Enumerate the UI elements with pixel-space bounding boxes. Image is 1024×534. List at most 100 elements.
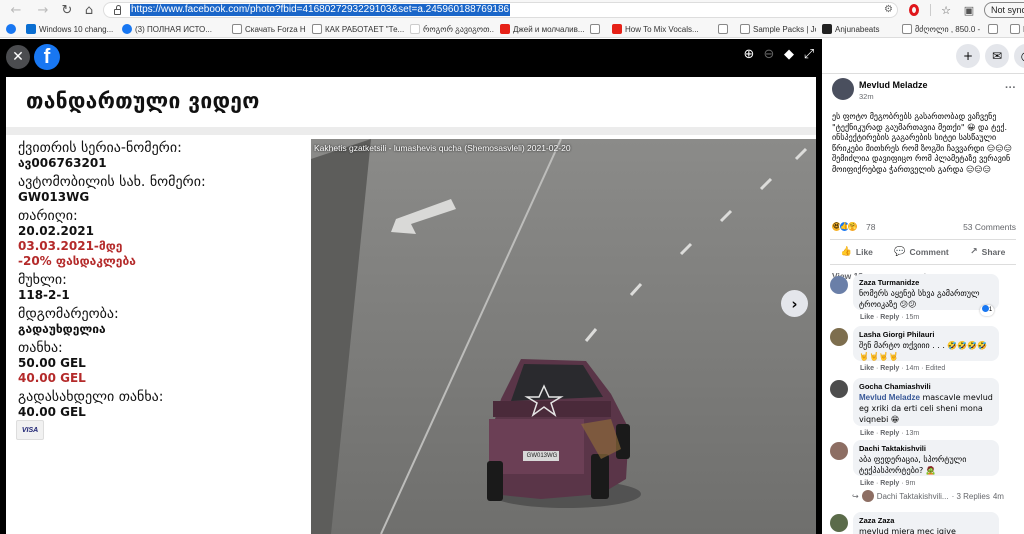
reply-author[interactable]: Dachi Taktakishvili... [877, 492, 949, 501]
author-avatar[interactable] [832, 78, 854, 100]
bookmark-item[interactable]: Windows 10 chang... [26, 22, 116, 36]
back-icon[interactable]: ← [6, 0, 26, 20]
bookmark-page-icon [590, 24, 600, 34]
messenger-icon[interactable]: ✉ [985, 44, 1009, 68]
comment-like-link[interactable]: Like [860, 365, 874, 372]
commenter-name[interactable]: Dachi Taktakishvili [859, 444, 993, 454]
field-label: მუხლი: [18, 272, 67, 288]
reply-count[interactable]: · 3 Replies [952, 492, 990, 501]
fullscreen-icon[interactable]: ⤢ [800, 45, 818, 63]
bookmark-label: როგორ გავიგოთ... [423, 24, 494, 34]
ticket-fields: ქვითრის სერია-ნომერი: ავ006763201 ავტომობი… [18, 140, 308, 420]
comment-reply-link[interactable]: Reply [880, 314, 899, 321]
bookmark-item[interactable] [6, 22, 20, 36]
commenter-avatar[interactable] [830, 442, 848, 460]
reactions-row: 😆 👍 🤗 78 53 Comments [822, 220, 1024, 234]
bookmark-item[interactable]: КАК РАБОТАЕТ "Те... [312, 22, 404, 36]
comment-text: ნომერს აყენებ სხვა გამართულ ტროიკაზე 😕😕 [859, 288, 993, 310]
reaction-icons[interactable]: 😆 👍 🤗 [831, 221, 858, 232]
zoom-out-icon[interactable]: ⊖ [760, 45, 778, 63]
bookmark-item[interactable]: Sample Packs | Jona... [740, 22, 816, 36]
bookmark-item[interactable] [590, 22, 606, 36]
commenter-name[interactable]: Zaza Zaza [859, 516, 993, 526]
reaction-count[interactable]: 78 [866, 222, 875, 232]
url-text[interactable]: https://www.facebook.com/photo?fbid=4168… [130, 4, 511, 16]
reload-icon[interactable]: ↻ [57, 0, 77, 20]
comment-bubble: Gocha Chamiashvili Mevlud Meladze mascavl… [853, 378, 999, 426]
comment-bubble: Zaza Zazamevlud mjera mec igive momivida [853, 512, 999, 534]
profile-button[interactable]: Not syncing [984, 2, 1024, 18]
replies-row[interactable]: ↪ Dachi Taktakishvili... · 3 Replies 4m [852, 490, 1004, 502]
commenter-name[interactable]: Gocha Chamiashvili [859, 382, 993, 392]
bookmark-item[interactable]: როგორ გავიგოთ... [410, 22, 494, 36]
bookmark-item[interactable]: Комплекты экипир... [1010, 22, 1024, 36]
like-button[interactable]: 👍 Like [841, 247, 873, 257]
comment-reply-link[interactable]: Reply [880, 365, 899, 372]
bookmark-page-icon [988, 24, 998, 34]
next-photo-button[interactable]: › [781, 290, 808, 317]
comment-body: mevlud mjera mec igive momivida [859, 527, 956, 534]
facebook-logo[interactable]: f [34, 44, 60, 70]
comment-meta: Like · Reply · 9m [860, 480, 915, 487]
commenter-name[interactable]: Zaza Turmanidze [859, 278, 993, 288]
lock-icon[interactable] [110, 2, 124, 18]
post-header: Mevlud Meladze 32m ··· [822, 74, 1024, 112]
comment-body: შენ მარტო თქვიიი . . . 🤣🤣🤣🤣 🤘🤘🤘🤘 [859, 341, 988, 361]
browser-window: ← → ↻ ⌂ https://www.facebook.com/photo?f… [0, 0, 1024, 534]
share-button[interactable]: ↗ Share [970, 247, 1005, 257]
field-label: გადასახდელი თანხა: [18, 389, 164, 405]
bookmark-item[interactable]: Скачать Forza Hori... [232, 22, 306, 36]
share-label: Share [981, 247, 1006, 257]
bookmark-item[interactable]: Джей и молчалив... [500, 22, 584, 36]
comment-reply-link[interactable]: Reply [880, 480, 899, 487]
comment-like-badge[interactable]: 1 [980, 305, 994, 316]
comment-label: Comment [909, 247, 949, 257]
post-time[interactable]: 32m [859, 92, 874, 101]
photo-image: თანდართული ვიდეო ქვითრის სერია-ნომერი: ავ… [6, 77, 816, 534]
field-highlight: 03.03.2021-მდე [18, 239, 123, 253]
notifications-icon[interactable]: ◔ [1014, 44, 1024, 68]
commenter-avatar[interactable] [830, 276, 848, 294]
home-icon[interactable]: ⌂ [79, 0, 99, 20]
forward-icon[interactable]: → [33, 0, 53, 20]
field-value: 20.02.2021 [18, 224, 94, 238]
bookmark-fb-icon [6, 24, 16, 34]
opera-icon[interactable] [906, 2, 922, 18]
bookmark-item[interactable] [718, 22, 734, 36]
bookmark-item[interactable]: Anjunabeats [822, 22, 896, 36]
bookmark-item[interactable]: (3) ПОЛНАЯ ИСТО... [122, 22, 226, 36]
bookmark-page-icon [1010, 24, 1020, 34]
bookmark-item[interactable] [988, 22, 1004, 36]
post-sidebar: + ✉ ◔ Mevlud Meladze 32m ··· ეს ფოტო მეგ… [822, 39, 1024, 534]
like-badge-count: 1 [988, 307, 993, 313]
address-bar[interactable]: https://www.facebook.com/photo?fbid=4168… [103, 2, 898, 18]
comment-like-link[interactable]: Like [860, 480, 874, 487]
bookmark-ggl-icon [410, 24, 420, 34]
comment-like-link[interactable]: Like [860, 314, 874, 321]
commenter-avatar[interactable] [830, 380, 848, 398]
toolbar-divider [930, 4, 931, 16]
comment-reply-link[interactable]: Reply [880, 430, 899, 437]
zoom-in-icon[interactable]: ⊕ [740, 45, 758, 63]
comment-like-link[interactable]: Like [860, 430, 874, 437]
camera-caption: Kakhetis gzatketsili - lumashevis qucha … [314, 143, 571, 153]
comment-count[interactable]: 53 Comments [963, 222, 1016, 232]
commenter-avatar[interactable] [830, 328, 848, 346]
commenter-name[interactable]: Lasha Giorgi Philauri [859, 330, 993, 340]
more-options-icon[interactable]: ··· [1005, 82, 1016, 94]
like-badge-icon [981, 305, 989, 313]
bookmark-item[interactable]: How To Mix Vocals... [612, 22, 712, 36]
comment-button[interactable]: 💬 Comment [894, 247, 948, 257]
collections-icon[interactable]: ▣ [961, 2, 977, 18]
tag-icon[interactable]: ◆ [780, 45, 798, 63]
comment-mention[interactable]: Mevlud Meladze [859, 393, 920, 402]
favorites-icon[interactable]: ☆ [938, 2, 954, 18]
bookmark-dark-icon [822, 24, 832, 34]
reply-arrow-icon: ↪ [852, 491, 859, 501]
bookmark-item[interactable]: მძღოლი , 850.0 - ... [902, 22, 982, 36]
commenter-avatar[interactable] [830, 514, 848, 532]
post-author[interactable]: Mevlud Meladze [859, 80, 928, 90]
create-icon[interactable]: + [956, 44, 980, 68]
close-icon[interactable]: ✕ [6, 45, 30, 69]
site-permissions-icon[interactable]: ⚙ [884, 4, 893, 15]
